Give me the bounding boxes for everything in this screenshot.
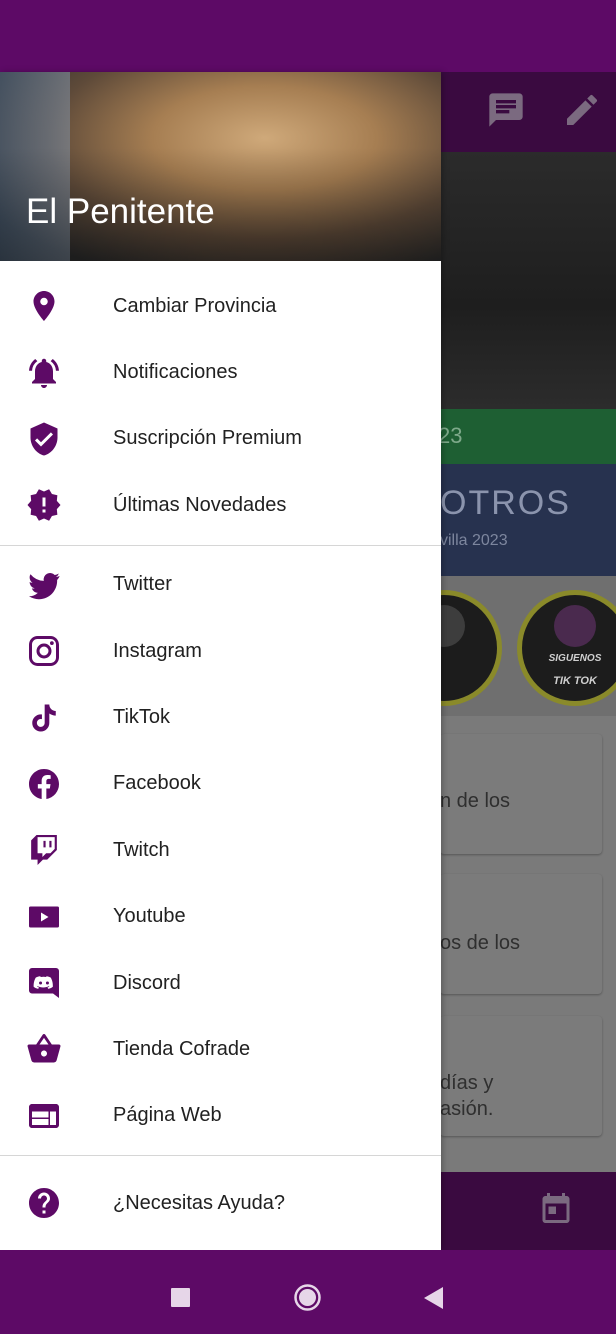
location-pin-icon	[26, 288, 62, 324]
navigation-drawer: El Penitente Cambiar Provincia Notificac…	[0, 72, 441, 1250]
facebook-icon	[26, 766, 62, 802]
shopping-basket-icon	[26, 1031, 62, 1067]
divider	[0, 1155, 441, 1157]
discord-icon	[26, 965, 62, 1001]
badge-alert-icon	[26, 487, 62, 523]
edit-icon	[562, 90, 602, 130]
menu-item-label: TikTok	[113, 706, 171, 729]
divider	[0, 544, 441, 546]
menu-item-label: Últimas Novedades	[113, 493, 287, 516]
menu-item-instagram[interactable]: Instagram	[0, 618, 441, 684]
menu-item-suscripcion-premium[interactable]: Suscripción Premium	[0, 406, 441, 472]
menu-item-label: Suscripción Premium	[113, 427, 302, 450]
menu-item-label: Discord	[113, 971, 181, 994]
background-card: n de los	[440, 734, 602, 854]
background-card: días y asión.	[440, 1016, 602, 1136]
menu-item-label: ¿Necesitas Ayuda?	[113, 1191, 285, 1214]
menu-item-notificaciones[interactable]: Notificaciones	[0, 339, 441, 405]
youtube-icon	[26, 899, 62, 935]
menu-item-discord[interactable]: Discord	[0, 950, 441, 1016]
drawer-title: El Penitente	[26, 192, 215, 231]
menu-item-tiktok[interactable]: TikTok	[0, 684, 441, 750]
back-button[interactable]	[424, 1287, 443, 1314]
background-card: os de los	[440, 874, 602, 994]
menu-item-label: Facebook	[113, 772, 201, 795]
menu-item-cambiar-provincia[interactable]: Cambiar Provincia	[0, 273, 441, 339]
menu-item-label: Youtube	[113, 905, 186, 928]
shield-check-icon	[26, 421, 62, 457]
menu-item-label: Notificaciones	[113, 361, 238, 384]
menu-item-label: Instagram	[113, 639, 202, 662]
menu-item-pagina-web[interactable]: Página Web	[0, 1083, 441, 1149]
twitch-icon	[26, 832, 62, 868]
menu-group-settings: Cambiar Provincia Notificaciones Suscrip…	[0, 273, 441, 539]
tiktok-icon	[26, 700, 62, 736]
menu-item-label: Twitter	[113, 573, 172, 596]
menu-item-label: Página Web	[113, 1104, 222, 1127]
web-page-icon	[26, 1098, 62, 1134]
menu-item-label: Twitch	[113, 838, 170, 861]
story-circle-tiktok: SIGUENOS TIK TOK	[517, 590, 616, 706]
home-button[interactable]	[293, 1283, 322, 1317]
menu-group-help: ¿Necesitas Ayuda?	[0, 1162, 441, 1244]
menu-item-ayuda[interactable]: ¿Necesitas Ayuda?	[0, 1162, 441, 1244]
drawer-header: El Penitente	[0, 72, 441, 261]
chat-icon	[486, 90, 526, 130]
menu-item-facebook[interactable]: Facebook	[0, 751, 441, 817]
menu-item-youtube[interactable]: Youtube	[0, 884, 441, 950]
status-bar	[0, 0, 616, 72]
calendar-icon	[538, 1190, 574, 1231]
system-navigation-bar	[0, 1250, 616, 1334]
recent-apps-button[interactable]	[171, 1288, 190, 1312]
menu-item-ultimas-novedades[interactable]: Últimas Novedades	[0, 472, 441, 538]
twitter-icon	[26, 567, 62, 603]
menu-item-tienda-cofrade[interactable]: Tienda Cofrade	[0, 1016, 441, 1082]
menu-group-social: Twitter Instagram TikTok Facebook Twitch	[0, 552, 441, 1150]
menu-item-label: Cambiar Provincia	[113, 294, 277, 317]
instagram-icon	[26, 633, 62, 669]
help-icon	[26, 1185, 62, 1221]
bell-icon	[26, 355, 62, 391]
menu-item-twitch[interactable]: Twitch	[0, 817, 441, 883]
menu-item-label: Tienda Cofrade	[113, 1037, 251, 1060]
menu-item-twitter[interactable]: Twitter	[0, 552, 441, 618]
